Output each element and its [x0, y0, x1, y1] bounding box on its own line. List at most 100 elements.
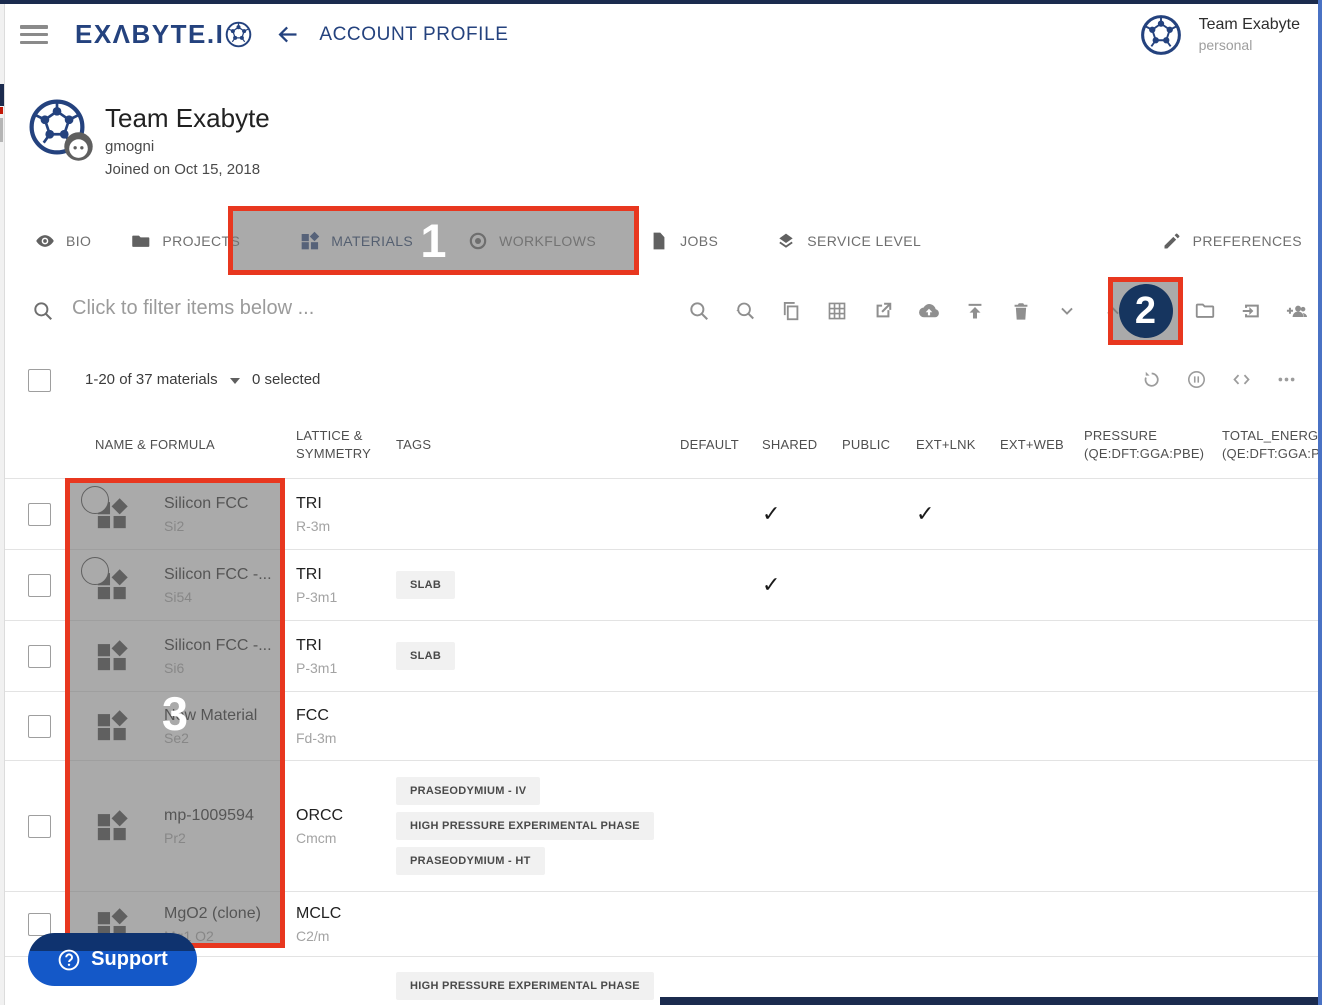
chevron-down-icon[interactable]: [1056, 300, 1078, 322]
window-top-bar: [0, 0, 1322, 4]
folder-open-icon[interactable]: [1194, 300, 1216, 322]
window-bottom-bar: [660, 997, 1322, 1005]
annotation-box-2: 2: [1108, 277, 1183, 345]
lattice-type: TRI: [296, 637, 396, 655]
open-in-new-icon[interactable]: [872, 300, 894, 322]
col-total-energy[interactable]: TOTAL_ENERGY(QE:DFT:GGA:PBE): [1222, 427, 1322, 463]
profile-joined-date: Joined on Oct 15, 2018: [105, 161, 260, 178]
selected-count: 0 selected: [252, 371, 320, 388]
lattice-type: TRI: [296, 495, 396, 513]
profile-avatar: [28, 98, 86, 156]
ext-lnk-checkmark: ✓: [916, 501, 934, 526]
col-ext-lnk[interactable]: EXT+LNK: [916, 436, 1000, 454]
add-users-icon[interactable]: [1286, 300, 1308, 322]
annotation-number-3: 3: [162, 690, 188, 737]
search-again-icon[interactable]: [734, 300, 756, 322]
grid-view-icon[interactable]: [826, 300, 848, 322]
symmetry-group: Cmcm: [296, 830, 396, 846]
tab-bio-label: BIO: [66, 233, 91, 249]
lattice-type: FCC: [296, 707, 396, 725]
materials-count-label: 1-20 of 37 materials: [85, 371, 218, 388]
row-checkbox[interactable]: [28, 715, 51, 738]
col-default[interactable]: DEFAULT: [680, 436, 762, 454]
account-switcher[interactable]: Team Exabyte personal: [1140, 14, 1300, 56]
col-name-formula[interactable]: NAME & FORMULA: [65, 436, 296, 454]
profile-name: Team Exabyte: [105, 103, 270, 134]
col-public[interactable]: PUBLIC: [842, 436, 916, 454]
search-icon[interactable]: [688, 300, 710, 322]
lattice-type: TRI: [296, 566, 396, 584]
tag-chip: PRASEODYMIUM - IV: [396, 777, 540, 805]
import-icon[interactable]: [1240, 300, 1262, 322]
support-button[interactable]: Support: [28, 933, 197, 986]
annotation-box-1: 1: [228, 206, 639, 275]
tab-preferences[interactable]: PREFERENCES: [1162, 206, 1302, 275]
page-title: ACCOUNT PROFILE: [319, 24, 508, 46]
account-type: personal: [1199, 37, 1300, 53]
tag-chip: HIGH PRESSURE EXPERIMENTAL PHASE: [396, 972, 654, 1000]
left-edge-artifact-red: [0, 107, 3, 114]
tab-jobs[interactable]: JOBS: [649, 206, 718, 275]
profile-tabs: BIO PROJECTS MATERIALS WORKFLOWS JOBS SE…: [0, 206, 1322, 276]
select-all-checkbox[interactable]: [28, 369, 51, 392]
app-header: EXΛBYTE.I ACCOUNT PROFILE Team Exabyte p…: [0, 4, 1322, 66]
tab-projects[interactable]: PROJECTS: [131, 206, 240, 275]
support-label: Support: [91, 948, 168, 971]
left-edge-artifact-gray: [0, 118, 3, 142]
filter-input[interactable]: Click to filter items below ...: [72, 297, 632, 320]
list-action-icons: [1141, 347, 1297, 412]
copy-icon[interactable]: [780, 300, 802, 322]
tab-service-level-label: SERVICE LEVEL: [807, 233, 921, 249]
col-shared[interactable]: SHARED: [762, 436, 842, 454]
user-face-badge-icon: [63, 131, 94, 162]
atom-icon: [225, 21, 252, 48]
annotation-number-1: 1: [420, 217, 446, 264]
upload-icon[interactable]: [964, 300, 986, 322]
profile-section: Team Exabyte gmogni Joined on Oct 15, 20…: [0, 65, 1322, 206]
cloud-upload-icon[interactable]: [918, 300, 940, 322]
tab-preferences-label: PREFERENCES: [1193, 233, 1302, 249]
logo-text: EXΛBYTE.I: [75, 19, 224, 50]
window-left-edge: [0, 4, 5, 1005]
account-name: Team Exabyte: [1199, 16, 1300, 34]
search-icon: [32, 300, 54, 322]
caret-down-icon: [230, 378, 240, 384]
row-checkbox[interactable]: [28, 574, 51, 597]
code-icon[interactable]: [1231, 369, 1252, 390]
list-controls: 1-20 of 37 materials 0 selected: [0, 347, 1322, 413]
exabyte-logo[interactable]: EXΛBYTE.I: [75, 19, 252, 50]
materials-toolbar: [688, 275, 1308, 347]
document-icon: [649, 231, 669, 251]
row-checkbox[interactable]: [28, 913, 51, 936]
col-pressure[interactable]: PRESSURE(QE:DFT:GGA:PBE): [1084, 427, 1222, 463]
more-icon[interactable]: [1276, 369, 1297, 390]
pause-icon[interactable]: [1186, 369, 1207, 390]
symmetry-group: R-3m: [296, 518, 396, 534]
row-checkbox[interactable]: [28, 815, 51, 838]
left-edge-artifact-navy: [0, 84, 4, 106]
tag-chip: HIGH PRESSURE EXPERIMENTAL PHASE: [396, 812, 654, 840]
delete-icon[interactable]: [1010, 300, 1032, 322]
tag-chip: PRASEODYMIUM - HT: [396, 847, 545, 875]
tab-jobs-label: JOBS: [680, 233, 718, 249]
refresh-icon[interactable]: [1141, 369, 1162, 390]
window-right-edge: [1318, 0, 1322, 1005]
tag-chip: SLAB: [396, 571, 455, 599]
tab-bio[interactable]: BIO: [35, 206, 91, 275]
materials-count-dropdown[interactable]: 1-20 of 37 materials: [85, 371, 240, 388]
col-tags[interactable]: TAGS: [396, 436, 680, 454]
eye-icon: [35, 231, 55, 251]
row-checkbox[interactable]: [28, 503, 51, 526]
question-icon: [57, 948, 81, 972]
symmetry-group: P-3m1: [296, 589, 396, 605]
row-checkbox[interactable]: [28, 645, 51, 668]
layers-icon: [776, 231, 796, 251]
annotation-box-3: 3: [65, 478, 285, 948]
col-lattice-symmetry[interactable]: LATTICE &SYMMETRY: [296, 427, 396, 463]
symmetry-group: P-3m1: [296, 660, 396, 676]
back-arrow-icon[interactable]: [274, 21, 301, 48]
col-ext-web[interactable]: EXT+WEB: [1000, 436, 1084, 454]
tab-service-level[interactable]: SERVICE LEVEL: [776, 206, 921, 275]
menu-icon[interactable]: [20, 25, 48, 44]
annotation-number-2: 2: [1135, 292, 1156, 330]
